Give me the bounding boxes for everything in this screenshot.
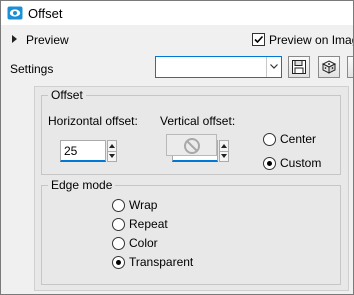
randomize-button[interactable] [318, 56, 340, 78]
dice-icon [322, 60, 336, 74]
settings-panel: Offset Horizontal offset: 25 Vertical of… [34, 86, 349, 291]
preview-row: Preview Preview on Image [1, 27, 353, 53]
wrap-label[interactable]: Wrap [129, 198, 157, 212]
arrow-up-icon [109, 144, 115, 148]
arrow-down-icon [221, 154, 227, 158]
dropdown-button[interactable] [266, 57, 281, 77]
vertical-offset-label: Vertical offset: [160, 114, 236, 128]
preview-toggle[interactable]: Preview [26, 33, 69, 47]
horizontal-offset-stepper[interactable]: 25 [60, 140, 117, 162]
repeat-label[interactable]: Repeat [129, 217, 168, 231]
horizontal-offset-input[interactable]: 25 [60, 140, 106, 162]
save-icon [292, 60, 306, 74]
offset-app-icon [7, 6, 23, 20]
color-radio[interactable] [112, 237, 125, 250]
expand-arrow-icon[interactable] [12, 35, 17, 43]
settings-label: Settings [10, 62, 54, 76]
transparent-label[interactable]: Transparent [129, 255, 193, 269]
arrow-down-icon [109, 154, 115, 158]
arrow-up-icon [221, 144, 227, 148]
title-bar: Offset [1, 1, 353, 25]
settings-dropdown[interactable] [155, 56, 282, 78]
custom-label[interactable]: Custom [280, 156, 321, 170]
center-label[interactable]: Center [280, 132, 316, 146]
offset-dialog: Offset Preview Preview on Image Settings [0, 0, 354, 295]
reset-button[interactable] [347, 56, 353, 78]
edge-color-swatch[interactable] [166, 134, 217, 156]
color-label[interactable]: Color [129, 236, 158, 250]
vertical-decrement-button[interactable] [220, 151, 228, 161]
edge-mode-group: Edge mode Wrap Repeat Color Transparent [41, 178, 341, 285]
vertical-offset-spin-buttons [219, 140, 229, 162]
window-title: Offset [28, 6, 63, 21]
disabled-icon [184, 138, 200, 154]
preview-on-image-label[interactable]: Preview on Image [269, 33, 353, 47]
offset-group-title: Offset [48, 88, 86, 102]
chevron-down-icon [270, 64, 278, 69]
preview-on-image-checkbox[interactable] [252, 33, 265, 46]
horizontal-offset-spin-buttons [107, 140, 117, 162]
transparent-radio[interactable] [112, 256, 125, 269]
horizontal-decrement-button[interactable] [108, 151, 116, 161]
repeat-radio[interactable] [112, 218, 125, 231]
center-radio[interactable] [263, 133, 276, 146]
wrap-radio[interactable] [112, 199, 125, 212]
edge-mode-group-title: Edge mode [48, 178, 116, 192]
save-preset-button[interactable] [288, 56, 310, 78]
checkmark-icon [254, 35, 264, 44]
horizontal-offset-label: Horizontal offset: [48, 114, 138, 128]
custom-radio[interactable] [263, 157, 276, 170]
